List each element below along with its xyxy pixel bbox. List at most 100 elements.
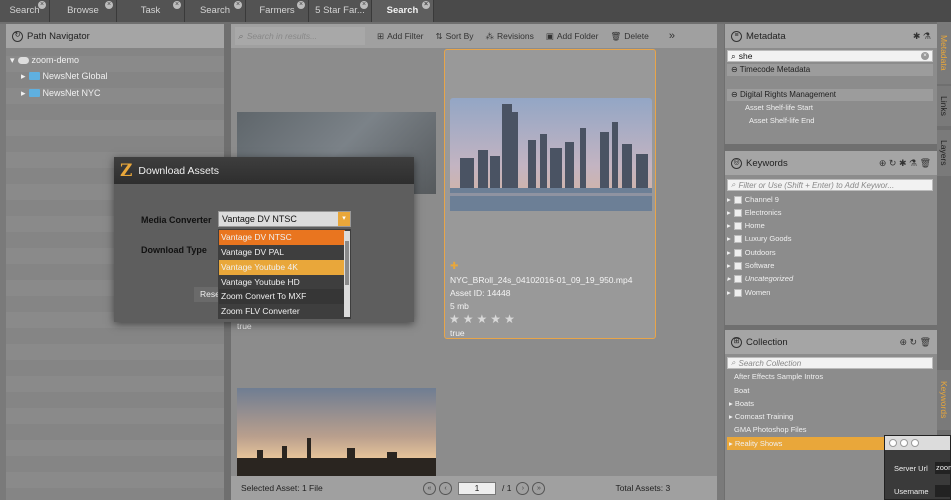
search-in-results-field[interactable]: ⌕ Search in results... bbox=[235, 27, 365, 45]
server-url-input[interactable]: zoom bbox=[935, 462, 951, 474]
last-page-icon[interactable]: » bbox=[532, 481, 546, 495]
collection-item[interactable]: Boat bbox=[727, 384, 937, 397]
keyword-filter-input[interactable]: ⌕ Filter or Use (Shift + Enter) to Add K… bbox=[727, 179, 933, 191]
keyword-item[interactable]: ▸ Software bbox=[727, 259, 774, 272]
close-icon[interactable]: × bbox=[173, 1, 181, 9]
next-page-icon[interactable]: › bbox=[516, 481, 530, 495]
settings-icon[interactable]: ✱ ⚗ bbox=[913, 31, 931, 42]
tree-root-label: zoom-demo bbox=[31, 55, 80, 65]
chevron-right-icon[interactable]: ▸ bbox=[727, 286, 731, 299]
sort-by-button[interactable]: ⇅ Sort By bbox=[436, 31, 474, 42]
tree-root[interactable]: ▾ zoom-demo bbox=[10, 52, 79, 68]
checkbox[interactable] bbox=[733, 221, 742, 230]
collection-item[interactable]: ▸ Comcast Training bbox=[727, 410, 937, 423]
collection-tools-icon[interactable]: ⊕ ↻ 🗑 bbox=[899, 337, 931, 348]
star-icon[interactable]: ★ bbox=[463, 312, 474, 326]
side-tab-links[interactable]: Links bbox=[937, 86, 951, 126]
media-converter-select[interactable]: Vantage DV NTSC ▾ bbox=[218, 211, 351, 227]
star-icon[interactable]: ★ bbox=[449, 312, 460, 326]
rating-stars[interactable]: ★ ★ ★ ★ ★ bbox=[449, 312, 515, 326]
clear-icon[interactable]: × bbox=[921, 52, 929, 60]
tab-search-active[interactable]: Search × bbox=[372, 0, 434, 22]
side-tab-layers[interactable]: Layers bbox=[937, 130, 951, 176]
keyword-item[interactable]: ▸ Channel 9 bbox=[727, 193, 779, 206]
star-icon[interactable]: ★ bbox=[477, 312, 488, 326]
keyword-item[interactable]: ▸ Luxury Goods bbox=[727, 232, 791, 245]
close-icon[interactable]: × bbox=[38, 1, 46, 9]
tree-item-newsnet-global[interactable]: ▸ NewsNet Global bbox=[21, 68, 108, 84]
collection-search-input[interactable]: ⌕ Search Collection bbox=[727, 357, 933, 369]
dropdown-scrollbar[interactable] bbox=[344, 231, 350, 317]
chevron-right-icon[interactable]: ▸ bbox=[727, 272, 731, 285]
keyword-item[interactable]: ▸ Home bbox=[727, 219, 765, 232]
tree-item-newsnet-nyc[interactable]: ▸ NewsNet NYC bbox=[21, 85, 101, 101]
collection-item[interactable]: ▸ Boats bbox=[727, 397, 937, 410]
chevron-right-icon[interactable]: ▸ bbox=[21, 85, 26, 101]
sort-by-label: Sort By bbox=[445, 31, 474, 41]
chevron-right-icon[interactable]: ▸ bbox=[727, 193, 731, 206]
star-icon[interactable]: ★ bbox=[490, 312, 501, 326]
chevron-down-icon[interactable]: ▾ bbox=[10, 52, 15, 68]
option-vantage-youtube-hd[interactable]: Vantage Youtube HD bbox=[219, 275, 345, 290]
tab-search-2[interactable]: Search × bbox=[185, 0, 246, 22]
checkbox[interactable] bbox=[733, 288, 742, 297]
keyword-label: Luxury Goods bbox=[744, 234, 792, 243]
add-filter-button[interactable]: ⊞ Add Filter bbox=[377, 31, 424, 42]
window-minimize-icon[interactable] bbox=[900, 439, 908, 447]
asset-thumbnail-sunset[interactable] bbox=[237, 388, 436, 476]
tab-search-1[interactable]: Search × bbox=[0, 0, 50, 22]
side-tab-keywords[interactable]: Keywords bbox=[937, 370, 951, 430]
chevron-right-icon[interactable]: ▸ bbox=[727, 232, 731, 245]
close-icon[interactable]: × bbox=[105, 1, 113, 9]
asset-card-selected[interactable]: ✚ NYC_BRoll_24s_04102016-01_09_19_950.mp… bbox=[444, 49, 656, 339]
close-icon[interactable]: × bbox=[297, 1, 305, 9]
star-icon[interactable]: ★ bbox=[504, 312, 515, 326]
window-maximize-icon[interactable] bbox=[911, 439, 919, 447]
page-input[interactable]: 1 bbox=[458, 481, 496, 495]
collection-item[interactable]: After Effects Sample Intros bbox=[727, 370, 937, 383]
close-icon[interactable]: × bbox=[234, 1, 242, 9]
chevron-down-icon[interactable]: ▾ bbox=[338, 212, 350, 226]
checkbox[interactable] bbox=[733, 195, 742, 204]
drm-section[interactable]: ⊖ Digital Rights Management bbox=[727, 89, 933, 101]
tab-5-star[interactable]: 5 Star Far... × bbox=[309, 0, 372, 22]
close-icon[interactable]: × bbox=[422, 1, 430, 9]
keyword-item[interactable]: ▸ Uncategorized bbox=[727, 272, 793, 285]
option-zoom-convert-mxf[interactable]: Zoom Convert To MXF bbox=[219, 289, 345, 304]
option-zoom-flv-converter[interactable]: Zoom FLV Converter bbox=[219, 304, 345, 319]
tab-task[interactable]: Task × bbox=[117, 0, 185, 22]
checkbox[interactable] bbox=[733, 261, 742, 270]
first-page-icon[interactable]: « bbox=[423, 481, 436, 495]
timecode-section[interactable]: ⊖ Timecode Metadata bbox=[727, 64, 933, 76]
checkbox[interactable] bbox=[733, 234, 742, 243]
chevron-right-icon[interactable]: ▸ bbox=[727, 259, 731, 272]
checkbox[interactable] bbox=[733, 274, 742, 283]
window-close-icon[interactable] bbox=[889, 439, 897, 447]
revisions-button[interactable]: ⁂ Revisions bbox=[486, 31, 534, 42]
chevron-right-icon[interactable]: ▸ bbox=[727, 246, 731, 259]
chevron-right-icon[interactable]: ▸ bbox=[727, 219, 731, 232]
pin-icon[interactable]: ✚ bbox=[450, 261, 458, 272]
prev-page-icon[interactable]: ‹ bbox=[439, 481, 452, 495]
dropdown-scroll-thumb[interactable] bbox=[345, 241, 349, 285]
delete-button[interactable]: 🗑 Delete bbox=[610, 31, 648, 42]
username-input[interactable] bbox=[935, 485, 951, 497]
chevron-right-icon[interactable]: ▸ bbox=[727, 206, 731, 219]
keyword-tools-icon[interactable]: ⊕ ↻ ✱ ⚗ 🗑 bbox=[879, 158, 931, 169]
tab-farmers[interactable]: Farmers × bbox=[246, 0, 309, 22]
more-button[interactable]: » bbox=[669, 30, 675, 42]
add-folder-button[interactable]: ▣ Add Folder bbox=[546, 31, 599, 42]
keyword-item[interactable]: ▸ Outdoors bbox=[727, 246, 776, 259]
close-icon[interactable]: × bbox=[360, 1, 368, 9]
tab-browse[interactable]: Browse × bbox=[50, 0, 117, 22]
option-vantage-dv-pal[interactable]: Vantage DV PAL bbox=[219, 245, 345, 260]
keyword-item[interactable]: ▸ Women bbox=[727, 286, 770, 299]
metadata-search-input[interactable]: ⌕ she × bbox=[727, 50, 933, 62]
checkbox[interactable] bbox=[733, 248, 742, 257]
side-tab-metadata[interactable]: Metadata bbox=[937, 22, 951, 84]
option-vantage-youtube-4k[interactable]: Vantage Youtube 4K bbox=[219, 260, 345, 275]
chevron-right-icon[interactable]: ▸ bbox=[21, 68, 26, 84]
keyword-item[interactable]: ▸ Electronics bbox=[727, 206, 781, 219]
checkbox[interactable] bbox=[733, 208, 742, 217]
option-vantage-dv-ntsc[interactable]: Vantage DV NTSC bbox=[219, 230, 345, 245]
